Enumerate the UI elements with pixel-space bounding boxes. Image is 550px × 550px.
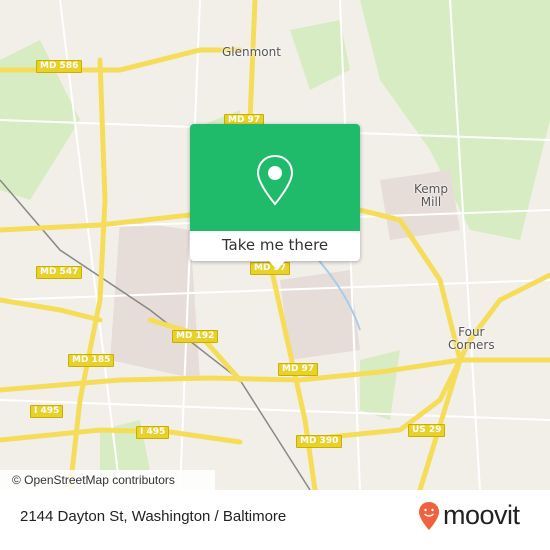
location-pin-icon	[256, 154, 294, 206]
address-text: 2144 Dayton St, Washington / Baltimore	[20, 508, 287, 525]
route-shield: MD 547	[36, 266, 83, 279]
route-shield: MD 586	[36, 60, 83, 73]
route-shield: MD 390	[296, 435, 343, 448]
map-attribution[interactable]: © OpenStreetMap contributors	[0, 470, 215, 490]
place-label-four-corners: Four Corners	[448, 325, 495, 352]
route-shield: US 29	[408, 424, 446, 437]
popup-header	[190, 124, 360, 231]
place-label-glenmont: Glenmont	[222, 45, 281, 59]
destination-popup: Take me there	[190, 124, 360, 261]
route-shield: MD 192	[172, 330, 219, 343]
take-me-there-button[interactable]: Take me there	[190, 231, 360, 261]
brand-name: moovit	[443, 500, 520, 530]
popup-pointer	[269, 261, 285, 270]
footer: 2144 Dayton St, Washington / Baltimore m…	[0, 490, 550, 550]
route-shield: MD 185	[68, 354, 115, 367]
route-shield: I 495	[136, 426, 170, 439]
place-label-kemp-mill: Kemp Mill	[414, 182, 448, 209]
moovit-pin-icon	[419, 501, 439, 530]
route-shield: MD 97	[278, 363, 319, 376]
moovit-logo[interactable]: moovit	[418, 500, 520, 531]
route-shield: I 495	[30, 405, 64, 418]
